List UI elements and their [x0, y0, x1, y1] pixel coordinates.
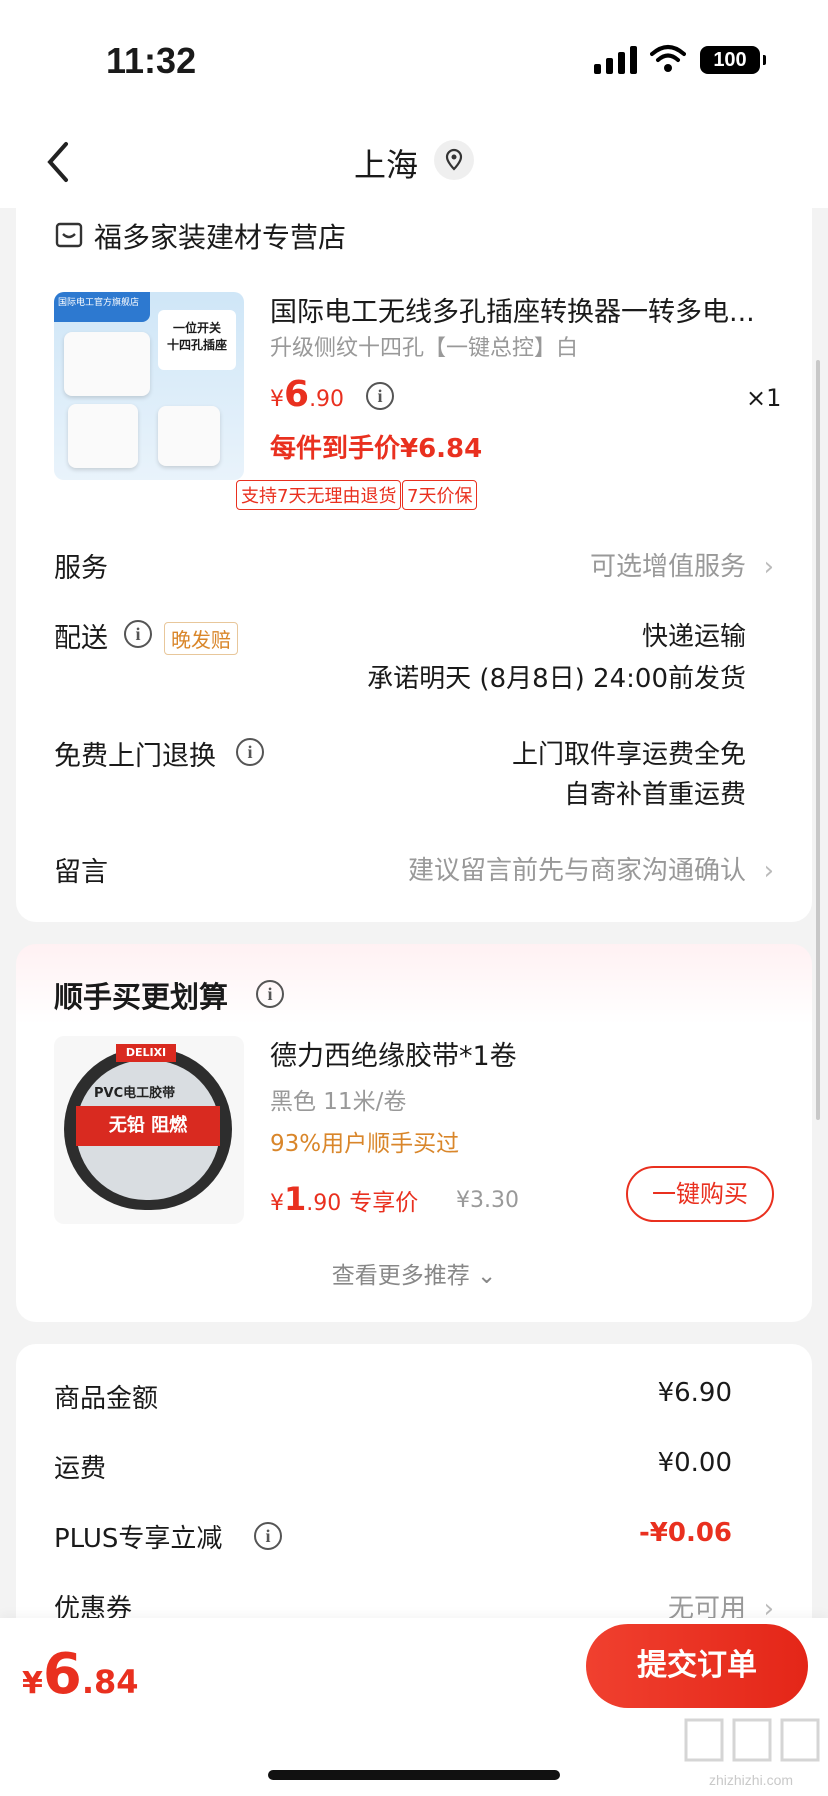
return-value-1: 上门取件享运费全免	[511, 740, 746, 770]
store-icon	[55, 222, 83, 248]
more-recommendations-link[interactable]: 查看更多推荐 ⌄	[16, 1256, 812, 1290]
recommend-product-image[interactable]: DELIXI PVC电工胶带 无铅 阻燃	[54, 1036, 244, 1224]
status-time: 11:32	[106, 40, 197, 81]
price-info-icon[interactable]: i	[366, 382, 394, 410]
watermark-logo-icon	[684, 1718, 820, 1762]
delivery-info-icon[interactable]: i	[124, 620, 152, 648]
service-label: 服务	[54, 553, 108, 584]
recommend-social-proof: 93%用户顺手买过	[270, 1131, 460, 1157]
product-quantity: ×1	[746, 384, 782, 412]
late-compensation-badge: 晚发赔	[164, 622, 238, 655]
return-value-2: 自寄补首重运费	[563, 780, 746, 810]
recommend-original-price: ¥3.30	[456, 1188, 519, 1213]
submit-order-button[interactable]: 提交订单	[586, 1624, 808, 1708]
return-label: 免费上门退换	[54, 741, 216, 772]
tape-band-text: 无铅 阻燃	[76, 1106, 220, 1146]
goods-amount-label: 商品金额	[54, 1384, 159, 1414]
chevron-right-icon: ›	[763, 856, 774, 886]
plus-discount-label: PLUS专享立减	[54, 1524, 223, 1554]
chevron-right-icon: ›	[763, 552, 774, 582]
tape-label: PVC电工胶带	[94, 1086, 176, 1101]
location-pin-icon[interactable]	[434, 140, 474, 180]
message-input[interactable]: 建议留言前先与商家沟通确认 ›	[408, 850, 774, 887]
wifi-icon	[650, 45, 686, 72]
plus-info-icon[interactable]: i	[254, 1522, 282, 1550]
watermark-text: zhizhizhi.com	[708, 1772, 794, 1788]
final-price: 每件到手价¥6.84	[270, 434, 483, 464]
order-item-card: 福多家装建材专营店 国际电工官方旗舰店 一位开关 十四孔插座 国际电工无线多孔插…	[16, 190, 812, 922]
recommend-title: 顺手买更划算	[54, 980, 229, 1014]
brand-logo: DELIXI	[116, 1044, 176, 1062]
shipping-value: ¥0.00	[657, 1448, 732, 1478]
cellular-signal-icon	[594, 46, 637, 74]
recommend-price: ¥1.90 专享价	[270, 1180, 419, 1218]
status-bar: 11:32 100	[0, 0, 828, 120]
home-indicator[interactable]	[268, 1770, 560, 1780]
recommend-item-title[interactable]: 德力西绝缘胶带*1卷	[270, 1034, 517, 1073]
delivery-method: 快递运输	[641, 622, 746, 652]
shipping-label: 运费	[54, 1454, 107, 1484]
battery-icon: 100	[700, 46, 766, 74]
product-image-box: 一位开关 十四孔插座	[158, 310, 236, 370]
goods-amount-value: ¥6.90	[657, 1378, 732, 1408]
plus-discount-value: -¥0.06	[638, 1518, 732, 1548]
product-title[interactable]: 国际电工无线多孔插座转换器一转多电...	[270, 290, 790, 329]
chevron-down-icon: ⌄	[477, 1263, 497, 1289]
total-price: ¥6.84	[22, 1642, 139, 1707]
product-image[interactable]: 国际电工官方旗舰店 一位开关 十四孔插座	[54, 292, 244, 480]
outlet-graphic	[64, 332, 150, 396]
return-policy-badge: 支持7天无理由退货	[236, 480, 402, 510]
scrollbar[interactable]	[816, 360, 820, 1120]
recommend-card: 顺手买更划算 i DELIXI PVC电工胶带 无铅 阻燃 德力西绝缘胶带*1卷…	[16, 944, 812, 1322]
recommend-item-spec: 黑色 11米/卷	[270, 1089, 407, 1115]
checkout-bar: ¥6.84 提交订单	[0, 1618, 828, 1796]
one-click-buy-button[interactable]: 一键购买	[626, 1166, 774, 1222]
recommend-info-icon[interactable]: i	[256, 980, 284, 1008]
message-label: 留言	[54, 857, 108, 888]
product-price: ¥6.90	[270, 374, 345, 415]
return-info-icon[interactable]: i	[236, 738, 264, 766]
store-name[interactable]: 福多家装建材专营店	[94, 216, 346, 256]
outlet-graphic	[158, 406, 220, 466]
back-arrow-icon[interactable]	[40, 138, 76, 186]
delivery-promise: 承诺明天 (8月8日) 24:00前发货	[367, 664, 746, 694]
product-spec[interactable]: 升级侧纹十四孔【一键总控】白	[270, 330, 578, 362]
outlet-graphic	[68, 404, 138, 468]
price-protect-badge: 7天价保	[402, 480, 478, 510]
delivery-label: 配送	[54, 623, 108, 654]
service-value[interactable]: 可选增值服务 ›	[590, 546, 774, 583]
page-title: 上海	[354, 146, 419, 184]
product-image-tag: 国际电工官方旗舰店	[54, 292, 150, 322]
